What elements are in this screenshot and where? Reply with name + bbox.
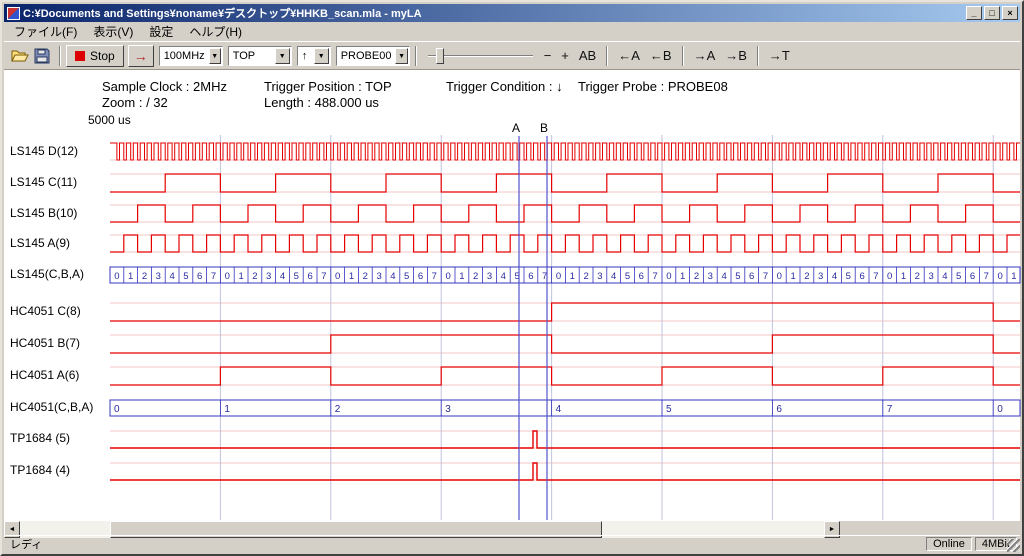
- zoom-in-button[interactable]: +: [556, 46, 574, 65]
- ab-button[interactable]: AB: [574, 46, 601, 65]
- signal-label-2: LS145 B(10): [10, 206, 77, 220]
- zoom-slider-thumb[interactable]: [436, 48, 444, 64]
- chevron-down-icon[interactable]: ▼: [314, 48, 329, 64]
- trigger-position-value: TOP: [229, 50, 275, 62]
- status-online: Online: [926, 537, 972, 551]
- signal-label-10: TP1684 (4): [10, 463, 70, 477]
- zoom-out-button[interactable]: −: [539, 46, 557, 65]
- stop-button[interactable]: Stop: [66, 45, 124, 67]
- signal-label-4: LS145(C,B,A): [10, 267, 84, 281]
- window-title: C:¥Documents and Settings¥noname¥デスクトップ¥…: [23, 5, 964, 21]
- zoom-slider[interactable]: [428, 46, 533, 66]
- toolbar: Stop → 100MHz ▼ TOP ▼ ↑ ▼ PROBE00 ▼ − + …: [4, 41, 1020, 70]
- toolbar-separator: [415, 46, 417, 66]
- close-icon[interactable]: ×: [1002, 6, 1018, 20]
- trigger-position-select[interactable]: TOP ▼: [228, 46, 292, 66]
- goto-marker-b-right-button[interactable]: →B: [720, 46, 752, 65]
- minimize-icon[interactable]: _: [966, 6, 982, 20]
- signal-label-0: LS145 D(12): [10, 144, 78, 158]
- trigger-edge-select[interactable]: ↑ ▼: [297, 46, 331, 66]
- waveform-view: [4, 70, 1020, 521]
- signal-label-9: TP1684 (5): [10, 431, 70, 445]
- signal-label-6: HC4051 B(7): [10, 336, 80, 350]
- goto-marker-a-right-button[interactable]: →A: [689, 46, 721, 65]
- trigger-edge-value: ↑: [298, 50, 314, 62]
- menu-bar: ファイル(F) 表示(V) 設定 ヘルプ(H): [4, 22, 1020, 41]
- time-scale-label: 5000 us: [88, 113, 131, 127]
- signal-label-7: HC4051 A(6): [10, 368, 79, 382]
- stop-square-icon: [75, 51, 85, 61]
- open-file-icon[interactable]: [10, 46, 30, 66]
- app-icon: [7, 7, 20, 20]
- trigger-probe-select[interactable]: PROBE00 ▼: [336, 46, 410, 66]
- length-info: Length : 488.000 us: [264, 95, 379, 110]
- trigger-condition-info: Trigger Condition : ↓: [446, 79, 563, 94]
- signal-label-1: LS145 C(11): [10, 175, 77, 189]
- trigger-probe-value: PROBE00: [337, 50, 396, 62]
- stop-label: Stop: [90, 49, 115, 63]
- resize-grip[interactable]: [1007, 539, 1020, 552]
- status-ready: レディ: [4, 536, 926, 552]
- menu-settings[interactable]: 設定: [141, 21, 181, 42]
- status-bar: レディ Online 4MBit: [4, 535, 1020, 552]
- save-icon[interactable]: [32, 46, 52, 66]
- chevron-down-icon[interactable]: ▼: [395, 48, 407, 64]
- toolbar-separator: [59, 46, 61, 66]
- goto-trigger-button[interactable]: →T: [764, 46, 795, 65]
- signal-label-8: HC4051(C,B,A): [10, 400, 93, 414]
- toolbar-separator: [757, 46, 759, 66]
- sample-clock-select[interactable]: 100MHz ▼: [159, 46, 223, 66]
- goto-marker-b-left-button[interactable]: ←B: [645, 46, 677, 65]
- title-bar[interactable]: C:¥Documents and Settings¥noname¥デスクトップ¥…: [4, 4, 1020, 22]
- chevron-down-icon[interactable]: ▼: [275, 48, 290, 64]
- signal-label-5: HC4051 C(8): [10, 304, 81, 318]
- goto-marker-a-left-button[interactable]: ←A: [613, 46, 645, 65]
- trigger-probe-info: Trigger Probe : PROBE08: [578, 79, 728, 94]
- menu-view[interactable]: 表示(V): [85, 21, 141, 42]
- trigger-position-info: Trigger Position : TOP: [264, 79, 392, 94]
- chevron-down-icon[interactable]: ▼: [209, 48, 221, 64]
- zoom-info: Zoom : / 32: [102, 95, 168, 110]
- menu-help[interactable]: ヘルプ(H): [181, 21, 250, 42]
- sample-clock-info: Sample Clock : 2MHz: [102, 79, 227, 94]
- toolbar-separator: [682, 46, 684, 66]
- menu-file[interactable]: ファイル(F): [6, 21, 85, 42]
- sample-clock-value: 100MHz: [160, 50, 209, 62]
- signal-label-3: LS145 A(9): [10, 236, 70, 250]
- maximize-icon[interactable]: □: [984, 6, 1000, 20]
- app-window: C:¥Documents and Settings¥noname¥デスクトップ¥…: [0, 0, 1024, 556]
- run-button[interactable]: →: [128, 45, 154, 67]
- toolbar-separator: [606, 46, 608, 66]
